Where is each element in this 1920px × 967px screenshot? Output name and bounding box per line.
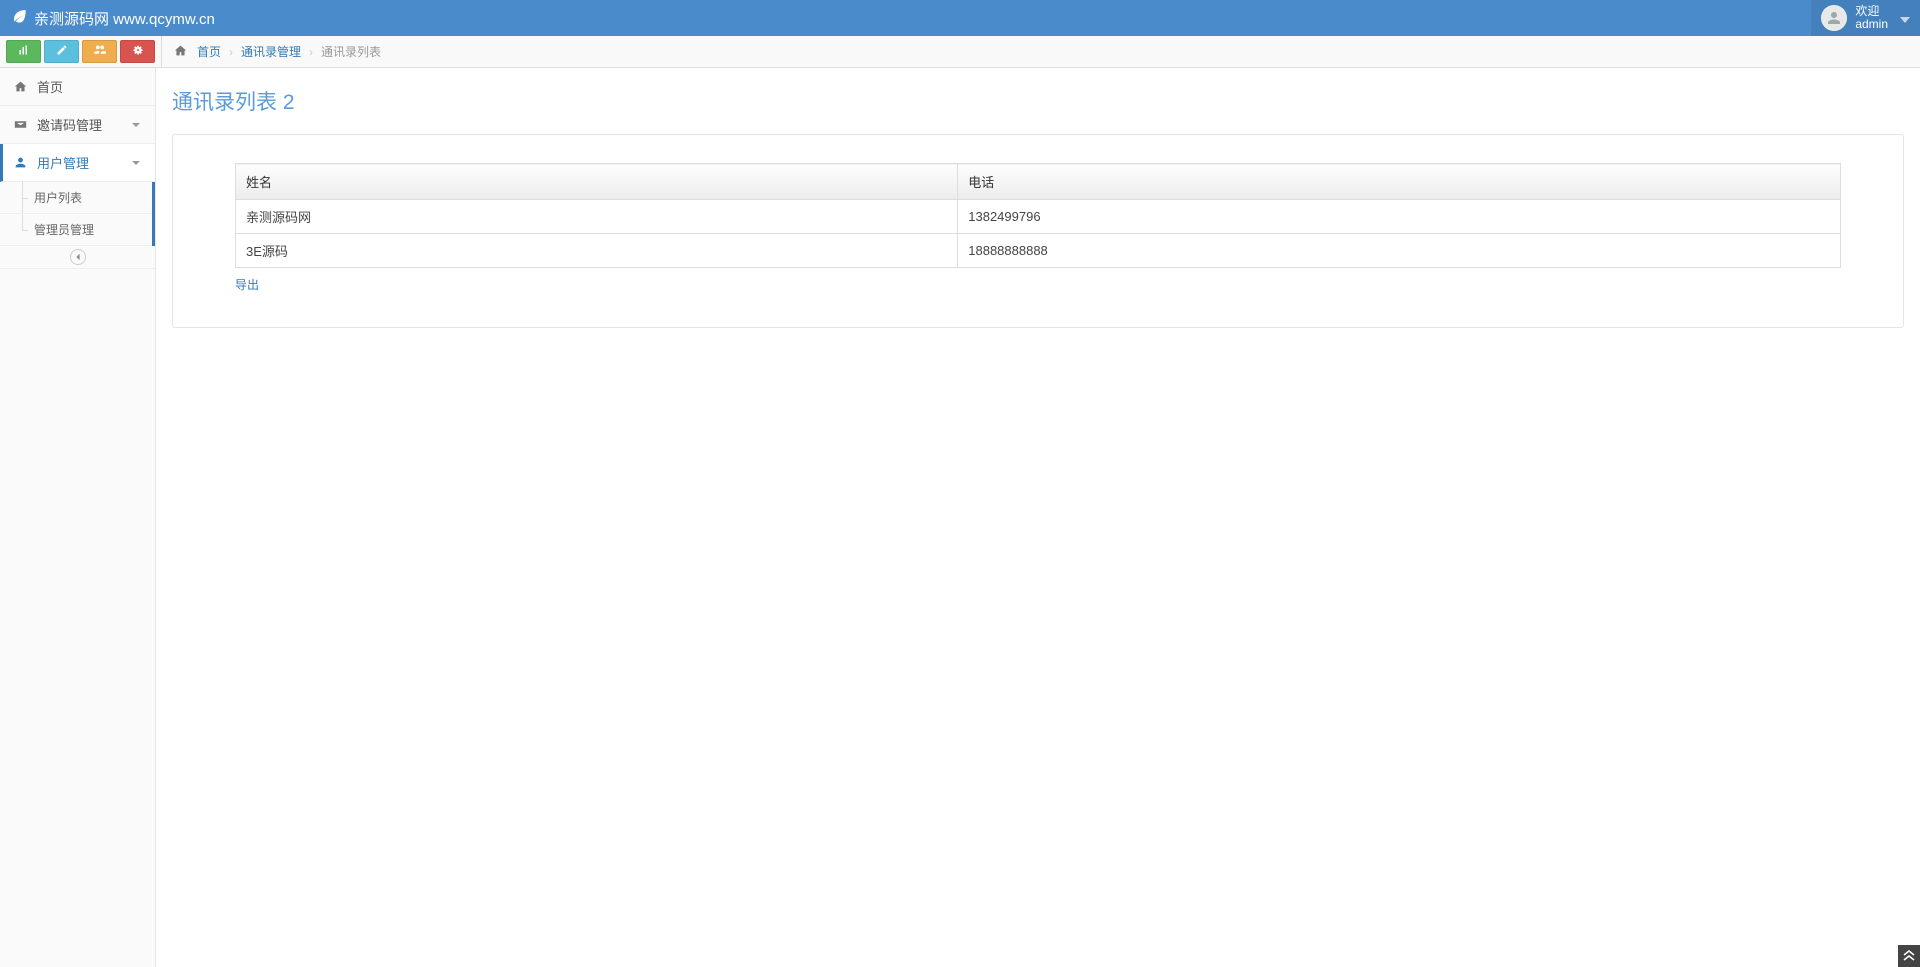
nav-sub-admin[interactable]: 管理员管理 xyxy=(0,214,152,246)
th-name: 姓名 xyxy=(236,164,958,200)
data-table: 姓名 电话 亲测源码网 1382499796 3E源码 18888888888 xyxy=(235,163,1841,268)
cell-name: 亲测源码网 xyxy=(236,200,958,234)
brand-text: 亲测源码网 www.qcymw.cn xyxy=(34,8,215,29)
leaf-icon xyxy=(12,8,28,28)
nav-invite[interactable]: 邀请码管理 xyxy=(0,106,155,144)
cell-name: 3E源码 xyxy=(236,234,958,268)
cell-phone: 18888888888 xyxy=(958,234,1841,268)
table-row: 3E源码 18888888888 xyxy=(236,234,1841,268)
page-title: 通讯录列表 2 xyxy=(172,86,1904,116)
cogs-icon xyxy=(132,44,144,59)
collapse-left-icon xyxy=(70,249,86,265)
sub-bar: 首页 › 通讯录管理 › 通讯录列表 xyxy=(0,36,1920,68)
breadcrumb-sep: › xyxy=(309,45,313,59)
toolbar-stats-button[interactable] xyxy=(6,40,41,63)
th-phone: 电话 xyxy=(958,164,1841,200)
nav-home-label: 首页 xyxy=(37,77,63,96)
breadcrumb-sep: › xyxy=(229,45,233,59)
breadcrumb-home[interactable]: 首页 xyxy=(197,43,221,60)
user-text: 欢迎 admin xyxy=(1855,5,1888,31)
top-header: 亲测源码网 www.qcymw.cn 欢迎 admin xyxy=(0,0,1920,36)
breadcrumb-current: 通讯录列表 xyxy=(321,43,381,60)
nav-user[interactable]: 用户管理 xyxy=(0,144,155,182)
chevron-down-icon xyxy=(131,158,141,168)
avatar xyxy=(1821,5,1847,31)
double-chevron-up-icon xyxy=(1903,949,1915,964)
toolbar-edit-button[interactable] xyxy=(44,40,79,63)
nav-user-label: 用户管理 xyxy=(37,153,89,172)
nav-user-sub: 用户列表 管理员管理 xyxy=(0,182,155,246)
breadcrumb-group[interactable]: 通讯录管理 xyxy=(241,43,301,60)
layout: 首页 邀请码管理 用户管理 用户列表 管理员管理 通讯录列表 2 xyxy=(0,68,1920,967)
table-row: 亲测源码网 1382499796 xyxy=(236,200,1841,234)
sidebar: 首页 邀请码管理 用户管理 用户列表 管理员管理 xyxy=(0,68,156,967)
breadcrumb: 首页 › 通讯录管理 › 通讯录列表 xyxy=(162,36,393,67)
home-icon xyxy=(174,44,189,60)
cell-phone: 1382499796 xyxy=(958,200,1841,234)
toolbar-users-button[interactable] xyxy=(82,40,117,63)
username-label: admin xyxy=(1855,18,1888,31)
brand[interactable]: 亲测源码网 www.qcymw.cn xyxy=(12,8,215,29)
scroll-top-button[interactable] xyxy=(1898,945,1920,967)
panel: 姓名 电话 亲测源码网 1382499796 3E源码 18888888888 … xyxy=(172,134,1904,328)
content: 通讯录列表 2 姓名 电话 亲测源码网 1382499796 3E源码 xyxy=(156,68,1920,967)
export-link[interactable]: 导出 xyxy=(235,276,259,293)
user-menu[interactable]: 欢迎 admin xyxy=(1811,0,1920,36)
pencil-icon xyxy=(56,44,68,59)
sidebar-collapse[interactable] xyxy=(0,246,155,269)
nav-home[interactable]: 首页 xyxy=(0,68,155,106)
users-icon xyxy=(94,44,106,59)
chevron-down-icon xyxy=(131,120,141,130)
bars-icon xyxy=(18,44,30,59)
caret-down-icon xyxy=(1900,13,1910,23)
toolbar xyxy=(0,36,162,67)
toolbar-settings-button[interactable] xyxy=(120,40,155,63)
nav-invite-label: 邀请码管理 xyxy=(37,115,102,134)
nav-sub-userlist[interactable]: 用户列表 xyxy=(0,182,152,214)
